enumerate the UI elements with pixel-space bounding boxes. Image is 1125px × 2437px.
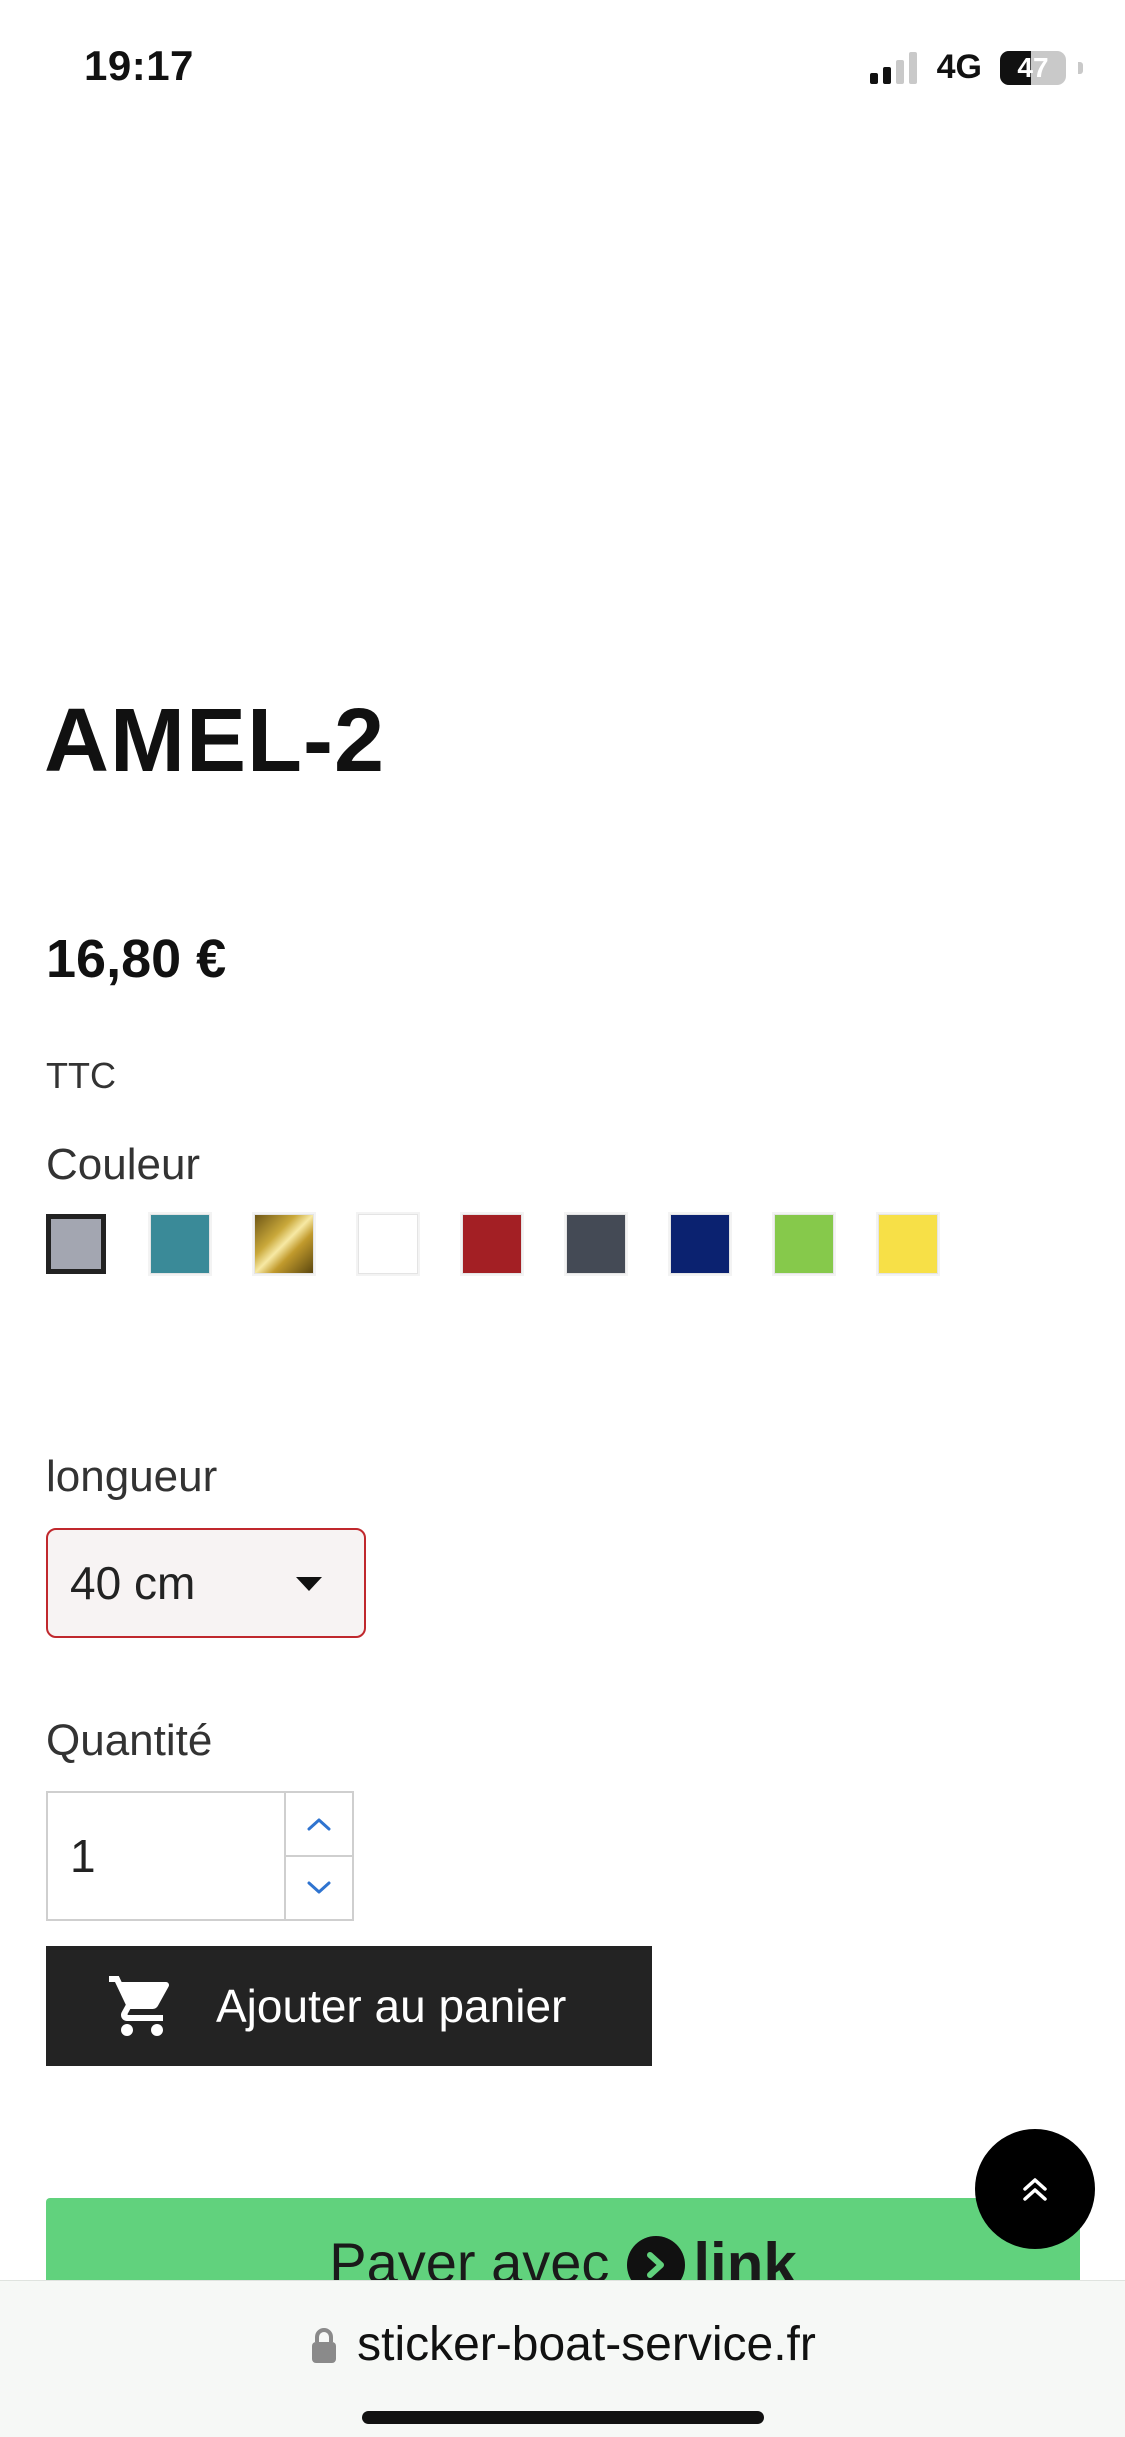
color-swatch[interactable]: [878, 1214, 938, 1274]
tax-label: TTC: [46, 1055, 116, 1096]
quantity-stepper: [46, 1791, 354, 1921]
status-time: 19:17: [84, 42, 194, 89]
status-indicators: 4G 47: [869, 48, 1083, 87]
chevron-up-icon: [307, 1818, 331, 1831]
battery-tip: [1078, 61, 1083, 74]
color-label: Couleur: [46, 1140, 201, 1189]
color-swatch[interactable]: [774, 1214, 834, 1274]
quantity-input[interactable]: [48, 1793, 284, 1919]
browser-address-bar: sticker-boat-service.fr: [0, 2280, 1125, 2437]
length-select-value: 40 cm: [70, 1557, 196, 1609]
color-swatch[interactable]: [254, 1214, 314, 1274]
quantity-label: Quantité: [46, 1716, 213, 1765]
url-field[interactable]: sticker-boat-service.fr: [0, 2317, 1125, 2372]
product-title: AMEL-2: [44, 691, 385, 791]
signal-strength-icon: [869, 51, 917, 84]
battery-icon: 47: [1000, 50, 1066, 85]
color-swatch[interactable]: [670, 1214, 730, 1274]
add-to-cart-button[interactable]: Ajouter au panier: [46, 1946, 652, 2066]
add-to-cart-label: Ajouter au panier: [216, 1980, 567, 2032]
length-label: longueur: [46, 1452, 218, 1501]
scroll-to-top-button[interactable]: [975, 2129, 1095, 2249]
color-swatch[interactable]: [462, 1214, 522, 1274]
home-indicator[interactable]: [362, 2411, 764, 2424]
network-type: 4G: [936, 48, 982, 86]
shopping-cart-icon: [109, 1976, 170, 2036]
color-swatch[interactable]: [46, 1214, 106, 1274]
color-swatch[interactable]: [150, 1214, 210, 1274]
lock-icon: [312, 2327, 337, 2363]
battery-level: 47: [1017, 51, 1049, 83]
length-select[interactable]: 40 cm: [46, 1528, 366, 1638]
color-swatch[interactable]: [358, 1214, 418, 1274]
quantity-increase-button[interactable]: [286, 1793, 352, 1855]
color-swatch-list: [46, 1214, 938, 1274]
url-text: sticker-boat-service.fr: [357, 2318, 816, 2371]
double-chevron-up-icon: [1023, 2178, 1047, 2201]
quantity-stepper-buttons: [284, 1793, 352, 1919]
chevron-down-icon: [307, 1881, 331, 1894]
color-swatch[interactable]: [566, 1214, 626, 1274]
caret-down-icon: [296, 1577, 322, 1591]
product-price: 16,80 €: [46, 929, 227, 989]
quantity-decrease-button[interactable]: [286, 1855, 352, 1919]
